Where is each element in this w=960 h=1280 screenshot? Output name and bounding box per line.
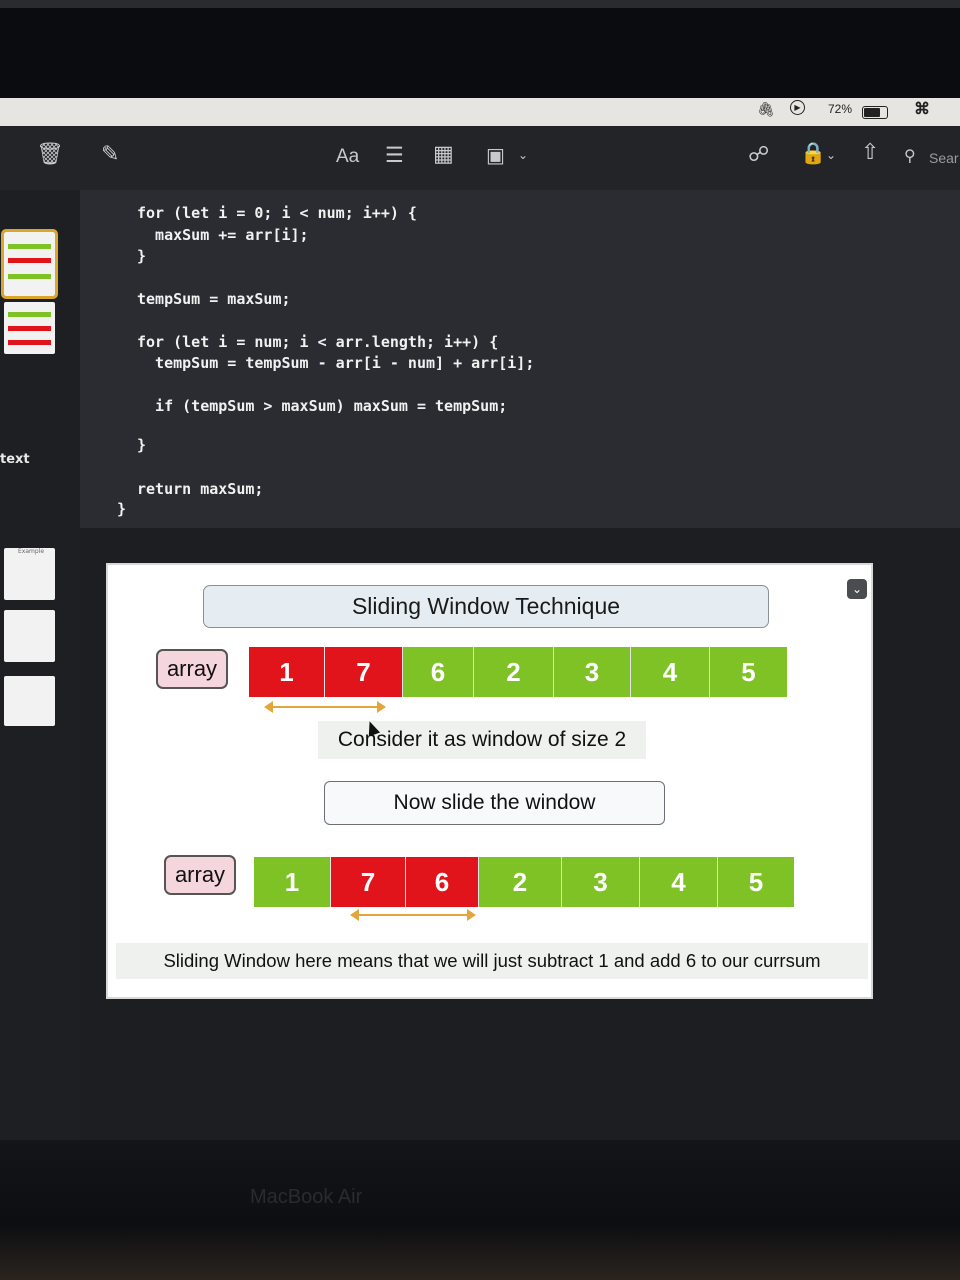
array-cell: 6	[406, 857, 479, 907]
paperclip-icon[interactable]: 🖇	[757, 101, 775, 118]
array-cell: 7	[331, 857, 406, 907]
sidebar-text-label: text	[0, 452, 30, 467]
chevron-down-icon[interactable]: ⌄	[518, 148, 528, 162]
code-line: }	[137, 436, 147, 454]
toolbar: 🗑 ✎ Aa ☰ ▦ ▣ ⌄ ☍ 🔒 ⌄ ⇧ ⚲ Sear	[0, 126, 960, 191]
search-icon[interactable]: ⚲	[904, 146, 916, 165]
array-cell: 7	[325, 647, 403, 697]
battery-icon[interactable]	[862, 106, 888, 119]
share-icon[interactable]: ⇧	[861, 140, 879, 165]
slide-thumbnail-4[interactable]	[4, 610, 55, 662]
slide-thumbnail-3[interactable]: Example	[4, 548, 55, 600]
array-cell: 5	[718, 857, 794, 907]
array-cell: 1	[254, 857, 331, 907]
checklist-icon[interactable]: ☰	[385, 143, 404, 167]
array-cell: 2	[479, 857, 562, 907]
array-cell: 4	[631, 647, 710, 697]
slide-thumbnail-2[interactable]	[4, 302, 55, 354]
array-cell: 6	[403, 647, 474, 697]
code-line: if (tempSum > maxSum) maxSum = tempSum;	[137, 397, 508, 415]
array-cell: 2	[474, 647, 554, 697]
collaborate-icon[interactable]: ☍	[748, 142, 769, 166]
code-line: tempSum = tempSum - arr[i - num] + arr[i…	[137, 354, 535, 372]
array-cell: 3	[554, 647, 631, 697]
caption-slide-window: Now slide the window	[324, 781, 665, 825]
thumbnail-caption: Example	[18, 548, 45, 555]
image-options-chevron-icon[interactable]: ⌄	[847, 579, 867, 599]
slide-thumbnail-1[interactable]	[1, 229, 58, 299]
code-line: }	[137, 247, 147, 265]
code-line: tempSum = maxSum;	[137, 290, 291, 308]
laptop-model-label: MacBook Air	[250, 1186, 363, 1208]
caption-explanation: Sliding Window here means that we will j…	[116, 943, 868, 979]
code-line: return maxSum;	[137, 480, 264, 498]
slide-thumbnail-5[interactable]	[4, 676, 55, 726]
window-arrow-2	[350, 909, 476, 921]
trash-icon[interactable]: 🗑	[36, 142, 64, 167]
array-cell: 4	[640, 857, 718, 907]
table-icon[interactable]: ▦	[433, 142, 454, 167]
lock-icon[interactable]: 🔒	[800, 141, 826, 166]
code-block[interactable]: for (let i = 0; i < num; i++) { maxSum +…	[80, 190, 960, 528]
array-cell: 1	[249, 647, 325, 697]
array-row-1: 1762345	[249, 647, 787, 697]
compose-icon[interactable]: ✎	[101, 142, 119, 167]
slide-title: Sliding Window Technique	[203, 585, 769, 628]
screen-bezel-bottom	[0, 1140, 960, 1280]
code-line: }	[117, 500, 127, 518]
search-field[interactable]: Sear	[929, 150, 959, 166]
array-label-2: array	[164, 855, 236, 895]
screen-bezel-top	[0, 0, 960, 98]
array-cell: 5	[710, 647, 787, 697]
array-row-2: 1762345	[254, 857, 794, 907]
code-line: for (let i = 0; i < num; i++) {	[137, 204, 417, 222]
array-label-1: array	[156, 649, 228, 689]
window-arrow-1	[264, 701, 386, 713]
menu-bar: 🖇 ▶ 72% ⌘	[0, 98, 960, 126]
slide-image[interactable]: ⌄ Sliding Window Technique array 1762345…	[106, 563, 873, 999]
media-icon[interactable]: ▣	[486, 143, 505, 167]
code-line: for (let i = num; i < arr.length; i++) {	[137, 333, 499, 351]
play-circle-icon[interactable]: ▶	[790, 100, 805, 115]
wifi-icon[interactable]: ⌘	[914, 99, 930, 119]
lock-chevron-icon[interactable]: ⌄	[826, 148, 836, 162]
battery-percent: 72%	[828, 102, 853, 116]
code-line: maxSum += arr[i];	[137, 226, 309, 244]
array-cell: 3	[562, 857, 640, 907]
format-button[interactable]: Aa	[336, 146, 359, 168]
